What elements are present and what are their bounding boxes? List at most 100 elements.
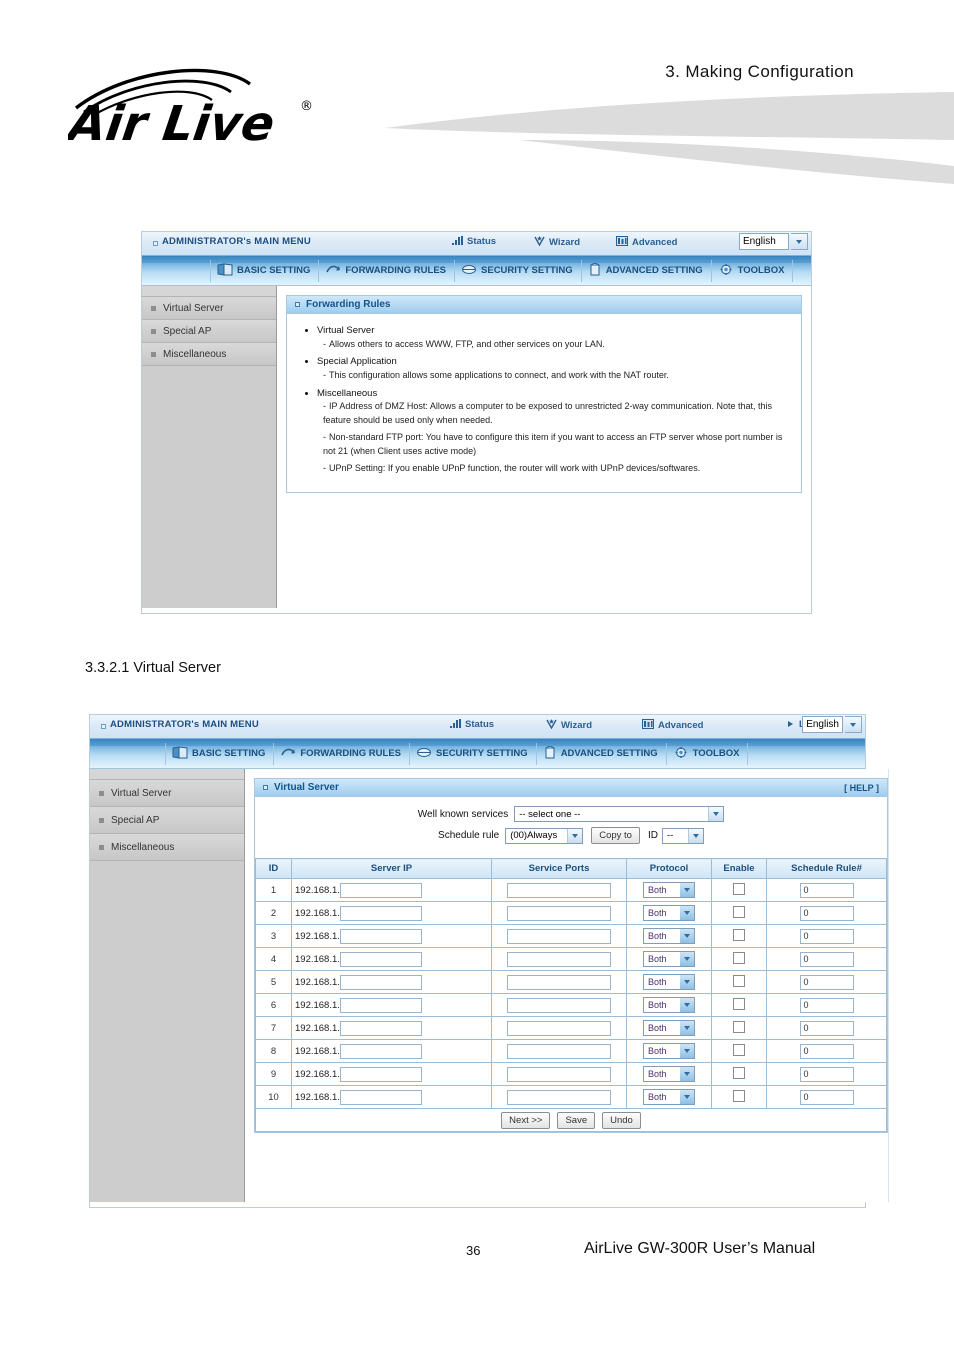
protocol-select[interactable]: Both <box>643 928 695 944</box>
protocol-select[interactable]: Both <box>643 997 695 1013</box>
sidebar-item-miscellaneous-2[interactable]: Miscellaneous <box>90 834 244 861</box>
desc-entry-line: - Non-standard FTP port: You have to conf… <box>323 432 783 456</box>
nav-tab-security-setting[interactable]: SECURITY SETTING <box>455 259 582 282</box>
nav-tab-toolbox[interactable]: TOOLBOX <box>712 259 794 282</box>
sidebar-item-miscellaneous[interactable]: Miscellaneous <box>142 343 276 366</box>
server-ip-input[interactable] <box>339 882 422 898</box>
schedule-rule-input[interactable]: 0 <box>799 928 854 944</box>
server-ip-input[interactable] <box>339 1043 422 1059</box>
well-known-services-select[interactable]: -- select one -- <box>514 806 725 822</box>
service-ports-input[interactable] <box>507 905 611 921</box>
sidebar-item-special-ap[interactable]: Special AP <box>142 320 276 343</box>
action-button-next[interactable]: Next >> <box>501 1111 551 1129</box>
nav-tab-forwarding-rules-2[interactable]: FORWARDING RULES <box>274 742 411 765</box>
forwarding-rules-description: Virtual Server -Allows others to access … <box>287 314 801 492</box>
enable-checkbox[interactable] <box>733 974 745 987</box>
server-ip-input[interactable] <box>339 928 422 944</box>
language-selector-arrow-2[interactable] <box>845 716 862 733</box>
service-ports-input[interactable] <box>507 1066 611 1082</box>
virtual-server-panel-title: Virtual Server <box>274 782 339 793</box>
schedule-rule-input[interactable]: 0 <box>799 1066 854 1082</box>
panel-square-icon <box>263 785 268 790</box>
schedule-rule-input[interactable]: 0 <box>799 951 854 967</box>
enable-checkbox[interactable] <box>733 1066 745 1079</box>
enable-checkbox[interactable] <box>733 1043 745 1056</box>
topnav-status[interactable]: Status <box>452 236 496 248</box>
desc-entry-title: Special Application <box>317 356 397 368</box>
schedule-rule-label: Schedule rule <box>438 830 500 841</box>
language-selector-value-2[interactable]: English <box>802 716 843 733</box>
protocol-select[interactable]: Both <box>643 905 695 921</box>
server-ip-input[interactable] <box>339 1066 422 1082</box>
topnav-wizard-2[interactable]: Wizard <box>546 719 592 732</box>
schedule-rule-input[interactable]: 0 <box>799 1020 854 1036</box>
id-label: ID <box>647 830 658 841</box>
service-ports-input[interactable] <box>507 997 611 1013</box>
cell-schedule-rule: 0 <box>766 1016 887 1040</box>
enable-checkbox[interactable] <box>733 905 745 918</box>
router1-topbar: ADMINISTRATOR's MAIN MENU Status Wizard … <box>142 232 811 263</box>
action-button-save[interactable]: Save <box>557 1111 596 1129</box>
col-header-protocol: Protocol <box>626 858 712 879</box>
schedule-rule-input[interactable]: 0 <box>799 905 854 921</box>
protocol-select[interactable]: Both <box>643 1066 695 1082</box>
nav-tab-advanced-setting-2[interactable]: ADVANCED SETTING <box>537 742 667 765</box>
enable-checkbox[interactable] <box>733 1020 745 1033</box>
topnav-advanced[interactable]: Advanced <box>616 236 677 249</box>
schedule-rule-input[interactable]: 0 <box>799 1043 854 1059</box>
service-ports-input[interactable] <box>507 951 611 967</box>
schedule-rule-input[interactable]: 0 <box>799 997 854 1013</box>
schedule-rule-input[interactable]: 0 <box>799 1089 854 1105</box>
protocol-select[interactable]: Both <box>643 1020 695 1036</box>
sidebar-item-special-ap-2[interactable]: Special AP <box>90 807 244 834</box>
nav-tab-security-setting-2[interactable]: SECURITY SETTING <box>410 742 537 765</box>
protocol-select[interactable]: Both <box>643 1089 695 1105</box>
service-ports-input[interactable] <box>507 882 611 898</box>
protocol-select[interactable]: Both <box>643 882 695 898</box>
server-ip-input[interactable] <box>339 1089 422 1105</box>
id-select[interactable]: -- <box>661 827 704 844</box>
service-ports-input[interactable] <box>507 1043 611 1059</box>
schedule-rule-input[interactable]: 0 <box>799 882 854 898</box>
arrow-right-icon <box>787 720 795 731</box>
cell-id: 8 <box>255 1039 292 1063</box>
sidebar-item-virtual-server[interactable]: Virtual Server <box>142 297 276 320</box>
protocol-select[interactable]: Both <box>643 974 695 990</box>
wizard-wand-icon <box>546 719 557 732</box>
service-ports-input[interactable] <box>507 1020 611 1036</box>
chevron-down-icon <box>680 1067 694 1081</box>
server-ip-input[interactable] <box>339 951 422 967</box>
enable-checkbox[interactable] <box>733 882 745 895</box>
nav-tab-basic-setting[interactable]: BASIC SETTING <box>210 259 320 282</box>
schedule-rule-select[interactable]: (00)Always <box>505 827 584 844</box>
topnav-wizard[interactable]: Wizard <box>534 236 580 249</box>
protocol-select[interactable]: Both <box>643 1043 695 1059</box>
nav-tab-toolbox-2[interactable]: TOOLBOX <box>667 742 749 765</box>
schedule-rule-input[interactable]: 0 <box>799 974 854 990</box>
action-button-undo[interactable]: Undo <box>602 1111 641 1129</box>
copy-to-button[interactable]: Copy to <box>591 827 640 844</box>
protocol-value: Both <box>648 1069 667 1079</box>
language-selector-arrow[interactable] <box>791 233 808 250</box>
enable-checkbox[interactable] <box>733 1089 745 1102</box>
sidebar-item-virtual-server-2[interactable]: Virtual Server <box>90 780 244 807</box>
service-ports-input[interactable] <box>507 974 611 990</box>
topnav-advanced-2[interactable]: Advanced <box>642 719 703 732</box>
enable-checkbox[interactable] <box>733 997 745 1010</box>
enable-checkbox[interactable] <box>733 928 745 941</box>
service-ports-input[interactable] <box>507 928 611 944</box>
topnav-status-2[interactable]: Status <box>450 719 494 731</box>
help-link[interactable]: [ HELP ] <box>844 783 879 793</box>
server-ip-input[interactable] <box>339 974 422 990</box>
protocol-select[interactable]: Both <box>643 951 695 967</box>
server-ip-input[interactable] <box>339 1020 422 1036</box>
nav-tab-forwarding-rules[interactable]: FORWARDING RULES <box>319 259 456 282</box>
enable-checkbox[interactable] <box>733 951 745 964</box>
server-ip-input[interactable] <box>339 905 422 921</box>
server-ip-input[interactable] <box>339 997 422 1013</box>
protocol-value: Both <box>648 885 667 895</box>
nav-tab-advanced-setting[interactable]: ADVANCED SETTING <box>582 259 712 282</box>
language-selector-value[interactable]: English <box>739 233 789 250</box>
service-ports-input[interactable] <box>507 1089 611 1105</box>
nav-tab-basic-setting-2[interactable]: BASIC SETTING <box>165 742 275 765</box>
